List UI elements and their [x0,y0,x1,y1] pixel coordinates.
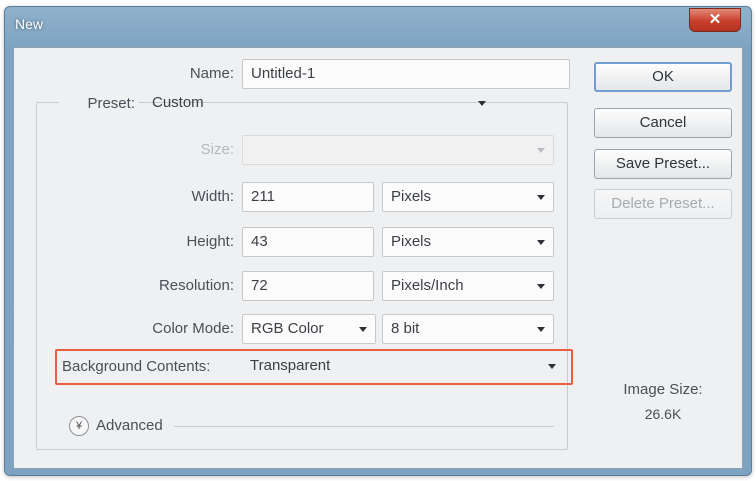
preset-value: Custom [152,94,204,111]
background-contents-arrow-icon [548,364,556,369]
double-chevron-down-icon[interactable]: ¥ [69,416,89,436]
height-unit-arrow-icon [537,240,545,245]
advanced-divider [174,426,554,427]
background-contents-value: Transparent [250,357,331,374]
delete-preset-button: Delete Preset... [594,189,732,219]
preset-label: Preset: [59,88,139,120]
height-value: 43 [251,233,268,250]
close-icon: ✕ [708,11,722,28]
height-unit-dropdown[interactable]: Pixels [382,227,554,257]
resolution-unit-arrow-icon [537,284,545,289]
color-mode-label: Color Mode: [152,320,234,337]
bit-depth-arrow-icon [537,327,545,332]
resolution-unit: Pixels/Inch [391,277,464,294]
resolution-unit-dropdown[interactable]: Pixels/Inch [382,271,554,301]
color-mode-arrow-icon [359,327,367,332]
name-field[interactable]: Untitled-1 [242,59,570,89]
color-mode-dropdown[interactable]: RGB Color [242,314,376,344]
window-title: New [15,16,44,32]
color-mode-value: RGB Color [251,320,324,337]
background-contents-label: Background Contents: [62,358,211,375]
height-unit: Pixels [391,233,432,250]
preset-dropdown[interactable]: Custom [144,89,494,119]
new-document-dialog: New ✕ Name: Untitled-1 Preset: Custom Si… [4,6,752,476]
image-size-value: 26.6K [644,406,682,422]
image-size-label: Image Size: [623,381,703,398]
bit-depth-dropdown[interactable]: 8 bit [382,314,554,344]
size-label: Size: [200,141,234,158]
height-field[interactable]: 43 [242,227,374,257]
name-value: Untitled-1 [251,65,316,82]
advanced-label[interactable]: Advanced [96,415,163,437]
width-value: 211 [251,188,275,205]
size-dropdown [242,135,554,165]
background-contents-dropdown[interactable]: Transparent [242,352,564,382]
bit-depth-value: 8 bit [391,320,420,337]
title-bar[interactable]: New ✕ [5,7,751,47]
width-label: Width: [191,188,234,205]
width-unit-arrow-icon [537,195,545,200]
save-preset-button[interactable]: Save Preset... [594,149,732,179]
preset-arrow-icon [478,101,486,106]
resolution-value: 72 [251,277,268,294]
name-label: Name: [189,65,234,82]
size-arrow-icon [537,148,545,153]
width-unit: Pixels [391,188,432,205]
height-label: Height: [186,233,234,250]
width-field[interactable]: 211 [242,182,374,212]
close-button[interactable]: ✕ [689,8,741,32]
resolution-label: Resolution: [158,277,234,294]
ok-button[interactable]: OK [594,62,732,92]
width-unit-dropdown[interactable]: Pixels [382,182,554,212]
resolution-field[interactable]: 72 [242,271,374,301]
dialog-body: Name: Untitled-1 Preset: Custom Size: Wi… [13,47,743,469]
cancel-button[interactable]: Cancel [594,108,732,138]
